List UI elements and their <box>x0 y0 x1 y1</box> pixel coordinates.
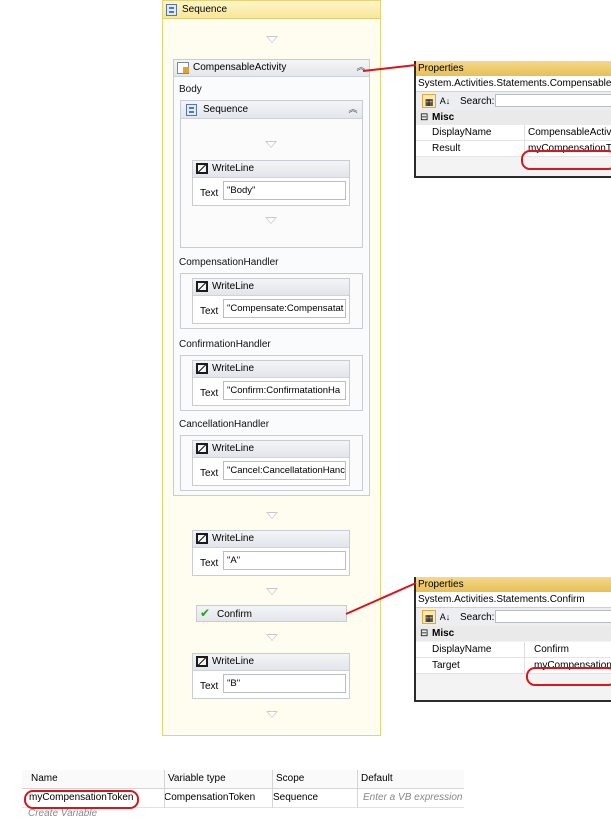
variables-header-row: Name Variable type Scope Default <box>22 770 464 789</box>
annotation-oval <box>24 790 139 809</box>
column-header-scope[interactable]: Scope <box>276 773 304 784</box>
variable-type[interactable]: CompensationToken <box>164 792 255 803</box>
connector-line <box>362 64 417 72</box>
connector-line <box>345 582 417 615</box>
column-divider <box>357 770 358 808</box>
create-variable-link[interactable]: Create Variable <box>28 808 97 819</box>
column-header-type[interactable]: Variable type <box>168 773 226 784</box>
column-header-default[interactable]: Default <box>361 773 393 784</box>
variable-default-input[interactable]: Enter a VB expression <box>363 792 463 803</box>
column-header-name[interactable]: Name <box>31 773 58 784</box>
variable-scope[interactable]: Sequence <box>273 792 318 803</box>
annotation-connectors <box>345 64 417 615</box>
column-divider <box>164 770 165 808</box>
column-divider <box>272 770 273 808</box>
